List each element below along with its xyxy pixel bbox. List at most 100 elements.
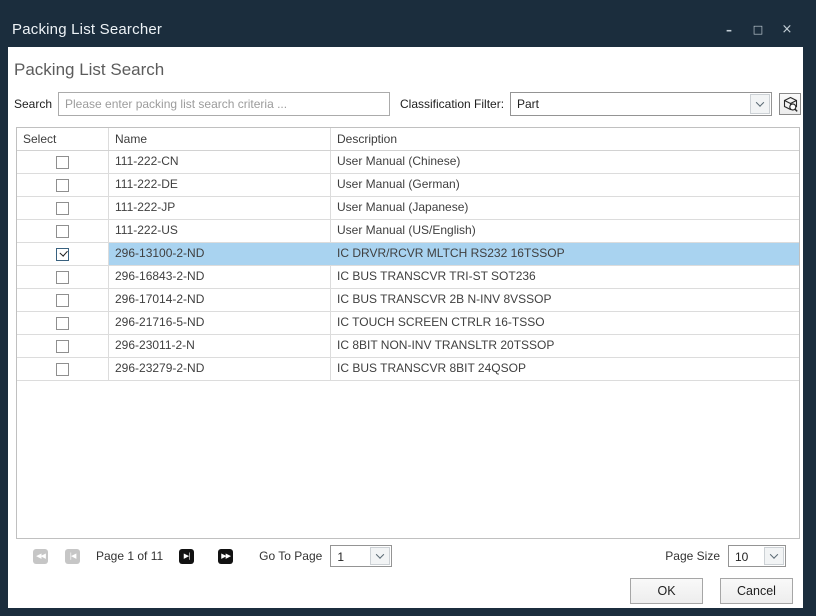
- column-header-name[interactable]: Name: [109, 128, 331, 150]
- description-cell: IC BUS TRANSCVR 2B N-INV 8VSSOP: [331, 289, 799, 311]
- table-row[interactable]: 296-23011-2-N IC 8BIT NON-INV TRANSLTR 2…: [17, 335, 799, 358]
- page-size-value: 10: [729, 546, 763, 566]
- name-cell: 296-16843-2-ND: [109, 266, 331, 288]
- goto-page-select[interactable]: 1: [330, 545, 392, 567]
- table-row[interactable]: 296-21716-5-ND IC TOUCH SCREEN CTRLR 16-…: [17, 312, 799, 335]
- description-cell: IC BUS TRANSCVR 8BIT 24QSOP: [331, 358, 799, 380]
- last-page-icon: ▶▶: [221, 552, 230, 560]
- table-row[interactable]: 111-222-US User Manual (US/English): [17, 220, 799, 243]
- dialog-content: Packing List Search Search Classificatio…: [8, 47, 803, 608]
- minimize-button[interactable]: –: [722, 22, 736, 38]
- page-size-dropdown-button[interactable]: [764, 547, 784, 565]
- row-checkbox[interactable]: [56, 363, 69, 376]
- table-row[interactable]: 296-23279-2-ND IC BUS TRANSCVR 8BIT 24QS…: [17, 358, 799, 381]
- select-cell: [17, 312, 109, 334]
- select-cell: [17, 289, 109, 311]
- description-cell: User Manual (Japanese): [331, 197, 799, 219]
- cancel-button[interactable]: Cancel: [720, 578, 793, 604]
- titlebar: Packing List Searcher – □ ×: [0, 0, 816, 47]
- name-cell: 111-222-CN: [109, 151, 331, 173]
- close-icon: ×: [782, 22, 793, 37]
- row-checkbox[interactable]: [56, 248, 69, 261]
- results-table: Select Name Description 111-222-CN User …: [16, 127, 800, 539]
- row-checkbox[interactable]: [56, 179, 69, 192]
- select-cell: [17, 266, 109, 288]
- select-cell: [17, 151, 109, 173]
- chevron-down-icon: [756, 98, 764, 106]
- row-checkbox[interactable]: [56, 294, 69, 307]
- next-page-icon: ▶|: [184, 552, 190, 560]
- previous-page-button[interactable]: |◀: [65, 549, 80, 564]
- table-row[interactable]: 111-222-DE User Manual (German): [17, 174, 799, 197]
- pagination-bar: ◀◀ |◀ Page 1 of 11 ▶| ▶▶ Go To Page 1 Pa…: [16, 545, 800, 567]
- name-cell: 111-222-JP: [109, 197, 331, 219]
- first-page-icon: ◀◀: [36, 552, 45, 560]
- search-label: Search: [14, 97, 52, 111]
- chevron-down-icon: [376, 550, 384, 558]
- select-cell: [17, 220, 109, 242]
- minimize-icon: –: [726, 23, 732, 37]
- select-cell: [17, 174, 109, 196]
- description-cell: User Manual (German): [331, 174, 799, 196]
- description-cell: User Manual (US/English): [331, 220, 799, 242]
- name-cell: 111-222-DE: [109, 174, 331, 196]
- cube-search-icon: [782, 96, 799, 113]
- next-page-button[interactable]: ▶|: [179, 549, 194, 564]
- previous-page-icon: |◀: [70, 552, 76, 560]
- classification-search-button[interactable]: [779, 93, 801, 115]
- filter-row: Search Classification Filter: Part: [8, 92, 803, 116]
- maximize-icon: □: [753, 23, 763, 36]
- classification-dropdown-button[interactable]: [750, 94, 770, 114]
- description-cell: IC DRVR/RCVR MLTCH RS232 16TSSOP: [331, 243, 799, 265]
- last-page-button[interactable]: ▶▶: [218, 549, 233, 564]
- name-cell: 296-23279-2-ND: [109, 358, 331, 380]
- select-cell: [17, 197, 109, 219]
- ok-button[interactable]: OK: [630, 578, 703, 604]
- row-checkbox[interactable]: [56, 340, 69, 353]
- select-cell: [17, 358, 109, 380]
- name-cell: 111-222-US: [109, 220, 331, 242]
- name-cell: 296-21716-5-ND: [109, 312, 331, 334]
- description-cell: IC 8BIT NON-INV TRANSLTR 20TSSOP: [331, 335, 799, 357]
- goto-page-dropdown-button[interactable]: [370, 547, 390, 565]
- page-size-label: Page Size: [665, 549, 720, 563]
- classification-filter-label: Classification Filter:: [400, 97, 504, 111]
- page-size-select[interactable]: 10: [728, 545, 786, 567]
- table-row[interactable]: 296-17014-2-ND IC BUS TRANSCVR 2B N-INV …: [17, 289, 799, 312]
- row-checkbox[interactable]: [56, 317, 69, 330]
- column-header-select[interactable]: Select: [17, 128, 109, 150]
- classification-filter-select[interactable]: Part: [510, 92, 772, 116]
- first-page-button[interactable]: ◀◀: [33, 549, 48, 564]
- description-cell: User Manual (Chinese): [331, 151, 799, 173]
- page-size-group: Page Size 10: [665, 545, 800, 567]
- select-cell: [17, 243, 109, 265]
- goto-page-label: Go To Page: [259, 549, 322, 563]
- window-controls: – □ ×: [722, 22, 802, 38]
- name-cell: 296-23011-2-N: [109, 335, 331, 357]
- chevron-down-icon: [770, 550, 778, 558]
- search-input[interactable]: [58, 92, 390, 116]
- name-cell: 296-17014-2-ND: [109, 289, 331, 311]
- row-checkbox[interactable]: [56, 202, 69, 215]
- row-checkbox[interactable]: [56, 225, 69, 238]
- table-row[interactable]: 111-222-CN User Manual (Chinese): [17, 151, 799, 174]
- goto-page-value: 1: [331, 546, 369, 566]
- table-header: Select Name Description: [17, 128, 799, 151]
- name-cell: 296-13100-2-ND: [109, 243, 331, 265]
- window-title: Packing List Searcher: [12, 21, 162, 38]
- table-row[interactable]: 111-222-JP User Manual (Japanese): [17, 197, 799, 220]
- classification-filter-value: Part: [511, 93, 749, 115]
- description-cell: IC TOUCH SCREEN CTRLR 16-TSSO: [331, 312, 799, 334]
- page-status: Page 1 of 11: [96, 549, 163, 563]
- close-button[interactable]: ×: [780, 22, 794, 38]
- column-header-description[interactable]: Description: [331, 128, 799, 150]
- select-cell: [17, 335, 109, 357]
- table-row[interactable]: 296-16843-2-ND IC BUS TRANSCVR TRI-ST SO…: [17, 266, 799, 289]
- row-checkbox[interactable]: [56, 156, 69, 169]
- description-cell: IC BUS TRANSCVR TRI-ST SOT236: [331, 266, 799, 288]
- maximize-button[interactable]: □: [751, 22, 765, 38]
- table-row[interactable]: 296-13100-2-ND IC DRVR/RCVR MLTCH RS232 …: [17, 243, 799, 266]
- table-empty-area: [17, 381, 799, 538]
- row-checkbox[interactable]: [56, 271, 69, 284]
- window: Packing List Searcher – □ × Packing List…: [0, 0, 816, 616]
